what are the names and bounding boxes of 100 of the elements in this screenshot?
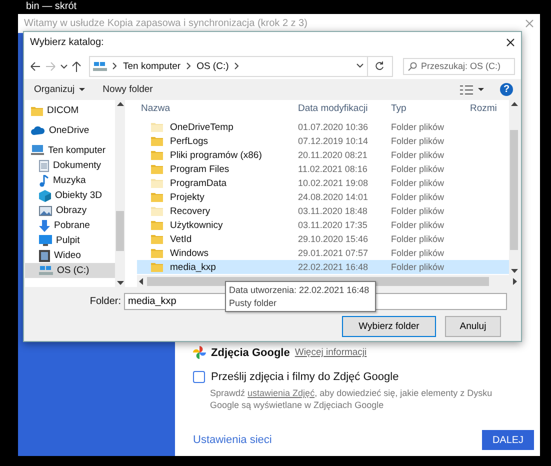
date-cell-text: 29.01.2021 07:57	[298, 248, 370, 258]
type-cell-text: Folder plików	[391, 262, 446, 272]
option-description: Sprawdź ustawienia Zdjęć, aby dowiedzieć się, jakie elementy z Dysku Google są wyświetlane w Zdjęciach Google	[210, 387, 494, 411]
caret-icon	[78, 88, 85, 92]
nav-item[interactable]: Wideo	[25, 248, 115, 264]
tooltip-text: Data utworzenia: 22.02.2021 16:48	[229, 284, 370, 296]
computer-icon	[31, 145, 44, 156]
folder-icon	[151, 262, 163, 272]
folder-label: Folder:	[90, 296, 121, 308]
help-button[interactable]: ?	[500, 83, 513, 96]
file-name: Użytkownicy	[170, 220, 223, 231]
drive-icon	[93, 60, 107, 72]
cube-icon	[39, 190, 51, 202]
file-name: PerfLogs	[170, 136, 208, 147]
scroll-thumb[interactable]	[116, 211, 124, 252]
picture-icon	[39, 206, 52, 216]
nav-item[interactable]: Obiekty 3D	[25, 188, 115, 204]
network-settings-link[interactable]: Ustawienia sieci	[193, 434, 272, 446]
new-folder-button[interactable]: Nowy folder	[102, 84, 153, 96]
nav-item[interactable]: OS (C:)	[25, 263, 115, 278]
type-cell-text: Folder plików	[391, 248, 446, 258]
date-cell-text: 07.12.2019 10:14	[298, 136, 370, 146]
date-cell-text: 29.10.2020 15:46	[298, 234, 370, 244]
date-cell-text: 11.02.2021 08:16	[298, 164, 368, 174]
folder-icon	[151, 206, 163, 216]
file-row[interactable]: Projekty 24.08.2020 14:01 Folder plików	[137, 190, 509, 204]
nav-item[interactable]: OneDrive	[25, 123, 115, 138]
select-folder-button[interactable]: Wybierz folder	[342, 316, 436, 338]
back-arrow-icon[interactable]	[30, 62, 41, 71]
chevron-down-icon[interactable]	[356, 62, 364, 70]
nav-item[interactable]: Dokumenty	[25, 158, 115, 174]
more-info-link[interactable]: Więcej informacji	[294, 347, 367, 358]
checkbox-label: Prześlij zdjęcia i filmy do Zdjęć Google	[211, 371, 399, 383]
file-name: Projekty	[170, 192, 204, 203]
date-cell-text: 01.07.2020 10:36	[298, 122, 370, 132]
folder-icon	[151, 248, 163, 258]
type-cell-text: Folder plików	[391, 122, 446, 132]
file-name: Recovery	[170, 206, 210, 217]
cancel-button[interactable]: Anuluj	[445, 316, 501, 338]
drive-icon	[39, 265, 53, 276]
type-cell-text: Folder plików	[391, 234, 446, 244]
search-field[interactable]: Przeszukaj: OS (C:)	[403, 58, 515, 75]
window-title: Witamy w usłudze Kopia zapasowa i synchronizacja (krok 2 z 3)	[24, 18, 308, 29]
nav-item[interactable]: Ten komputer	[25, 143, 115, 158]
folder-icon	[151, 192, 163, 202]
nav-item[interactable]: DICOM	[25, 103, 115, 118]
column-header[interactable]: Nazwa	[141, 102, 298, 114]
checkbox[interactable]	[193, 371, 205, 383]
next-button[interactable]: DALEJ	[482, 430, 534, 450]
column-header[interactable]: Data modyfikacji	[298, 102, 391, 114]
type-cell-text: Folder plików	[391, 178, 446, 188]
file-row[interactable]: media_kxp 22.02.2021 16:48 Folder plików	[137, 260, 509, 274]
file-name: Windows	[170, 248, 209, 259]
refresh-icon[interactable]	[375, 61, 385, 72]
folder-icon	[151, 122, 163, 132]
chevron-right-icon	[112, 62, 118, 70]
chevron-down-icon[interactable]	[60, 62, 68, 70]
file-row[interactable]: Program Files 11.02.2021 08:16 Folder plików	[137, 162, 509, 176]
file-row[interactable]: Pliki programów (x86) 20.11.2020 08:21 Folder plików	[137, 148, 509, 162]
date-cell-text: 03.11.2020 17:35	[298, 220, 368, 230]
file-row[interactable]: Recovery 03.11.2020 18:48 Folder plików	[137, 204, 509, 218]
file-row[interactable]: Użytkownicy 03.11.2020 17:35 Folder plików	[137, 218, 509, 232]
nav-item[interactable]: Pulpit	[25, 233, 115, 248]
folder-icon	[151, 220, 163, 230]
pinwheel-icon	[193, 346, 206, 359]
file-name: OneDriveTemp	[170, 122, 234, 133]
column-header[interactable]: Typ	[391, 102, 470, 114]
chevron-right-icon	[186, 62, 192, 70]
nav-item[interactable]: Muzyka	[25, 173, 115, 188]
file-name: ProgramData	[170, 178, 226, 189]
file-name: Pliki programów (x86)	[170, 150, 262, 161]
date-cell-text: 24.08.2020 14:01	[298, 192, 370, 202]
date-cell-text: 20.11.2020 08:21	[298, 150, 368, 160]
nav-item[interactable]: Obrazy	[25, 203, 115, 218]
file-row[interactable]: OneDriveTemp 01.07.2020 10:36 Folder plików	[137, 120, 509, 134]
up-arrow-icon[interactable]	[72, 60, 81, 72]
scroll-down-icon[interactable]	[116, 281, 124, 286]
address-bar[interactable]: Ten komputer OS (C:)	[89, 56, 393, 77]
nav-item[interactable]: Pobrane	[25, 218, 115, 234]
scroll-thumb[interactable]	[510, 130, 518, 250]
file-row[interactable]: ProgramData 10.02.2021 19:08 Folder plików	[137, 176, 509, 190]
breadcrumb-item[interactable]: OS (C:)	[196, 60, 229, 72]
view-options-icon[interactable]	[460, 84, 484, 95]
file-row[interactable]: Windows 29.01.2021 07:57 Folder plików	[137, 246, 509, 260]
desktop-icon	[39, 235, 52, 246]
section-title: Zdjęcia Google	[211, 346, 290, 358]
column-header[interactable]: Rozmi	[470, 102, 509, 114]
type-cell-text: Folder plików	[391, 206, 446, 216]
breadcrumb-item[interactable]: Ten komputer	[123, 60, 181, 72]
organize-menu[interactable]: Organizuj	[34, 84, 85, 96]
scroll-left-icon[interactable]	[139, 278, 143, 285]
dialog-title: Wybierz katalog:	[30, 37, 104, 48]
file-row[interactable]: VetId 29.10.2020 15:46 Folder plików	[137, 232, 509, 246]
close-icon[interactable]	[506, 38, 515, 48]
cloud-icon	[31, 126, 45, 136]
file-row[interactable]: PerfLogs 07.12.2019 10:14 Folder plików	[137, 134, 509, 148]
download-arrow-icon	[39, 220, 50, 232]
folder-icon	[151, 136, 163, 146]
type-cell-text: Folder plików	[391, 220, 446, 230]
scroll-right-icon[interactable]	[513, 278, 517, 285]
